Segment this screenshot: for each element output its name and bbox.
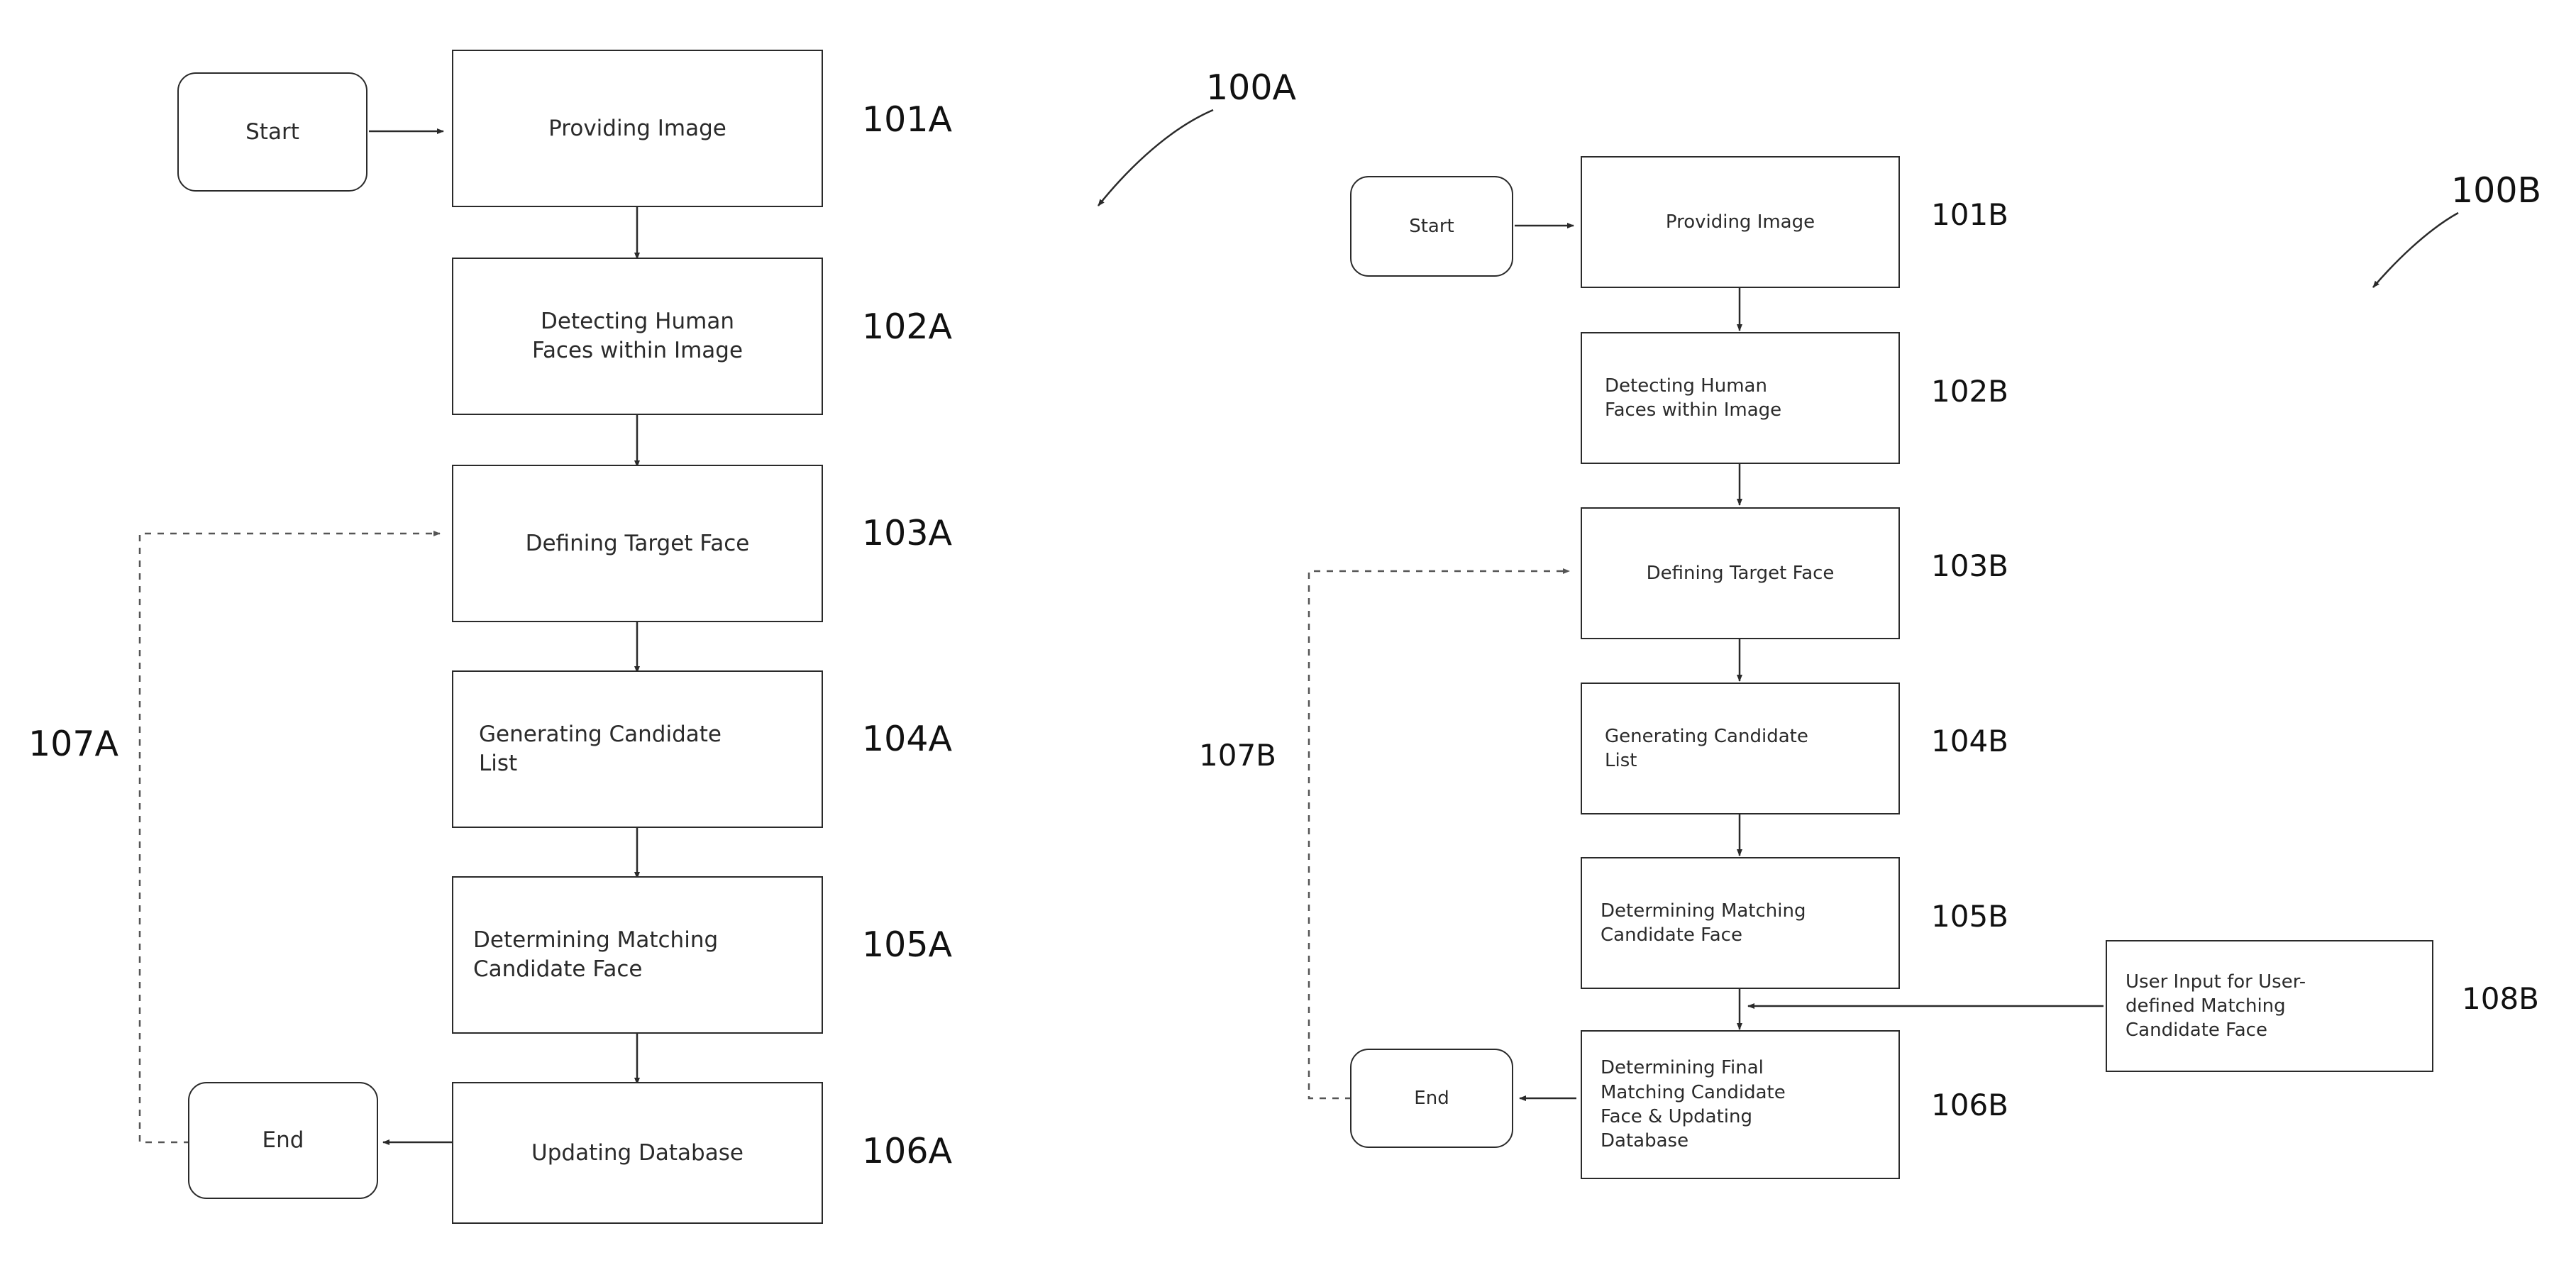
node-generating-candidate-list-b: Generating Candidate List [1581,683,1900,814]
ref-104a: 104A [862,719,953,759]
node-providing-image-b: Providing Image [1581,156,1900,288]
ref-106a: 106A [862,1131,953,1171]
node-providing-image-b-label: Providing Image [1665,211,1815,233]
ref-102a: 102A [862,306,953,347]
node-determining-matching-candidate-face-a-label: Determining Matching Candidate Face [473,927,719,982]
node-providing-image-a-label: Providing Image [548,115,726,141]
ref-108b: 108B [2462,981,2539,1016]
node-user-input-b-label: User Input for User- defined Matching Ca… [2126,971,2306,1042]
node-updating-database-a: Updating Database [452,1082,823,1224]
node-user-input-b: User Input for User- defined Matching Ca… [2106,940,2433,1072]
ref-103b: 103B [1931,548,2008,583]
node-determining-matching-candidate-face-a: Determining Matching Candidate Face [452,876,823,1034]
node-determining-final-matching-b: Determining Final Matching Candidate Fac… [1581,1030,1900,1179]
ref-107a: 107A [28,724,119,764]
ref-107b: 107B [1199,738,1276,773]
ref-106b: 106B [1931,1088,2008,1122]
node-start-a-label: Start [245,118,299,145]
node-end-a: End [188,1082,378,1199]
ref-101b: 101B [1931,197,2008,232]
ref-105b: 105B [1931,899,2008,934]
ref-104b: 104B [1931,724,2008,758]
node-generating-candidate-list-b-label: Generating Candidate List [1605,725,1808,771]
node-generating-candidate-list-a: Generating Candidate List [452,670,823,828]
node-determining-matching-candidate-face-b-label: Determining Matching Candidate Face [1601,900,1806,946]
flow-b-label: 100B [2451,170,2542,211]
node-providing-image-a: Providing Image [452,50,823,207]
node-end-b: End [1350,1049,1513,1148]
node-end-b-label: End [1414,1087,1449,1109]
node-determining-final-matching-b-label: Determining Final Matching Candidate Fac… [1601,1057,1786,1152]
node-detecting-faces-b-label: Detecting Human Faces within Image [1605,375,1782,421]
node-start-a: Start [177,72,367,192]
connector-layer [138,109,2459,1145]
node-defining-target-face-a-label: Defining Target Face [525,530,750,556]
ref-105a: 105A [862,924,953,965]
node-determining-matching-candidate-face-b: Determining Matching Candidate Face [1581,857,1900,989]
node-start-b: Start [1350,176,1513,277]
node-defining-target-face-a: Defining Target Face [452,465,823,622]
flowchart-figure: 100A Start Providing Image 101A Detectin… [0,0,2576,1265]
node-defining-target-face-b: Defining Target Face [1581,507,1900,639]
node-detecting-faces-b: Detecting Human Faces within Image [1581,332,1900,464]
flow-a-label: 100A [1206,67,1297,108]
ref-103a: 103A [862,513,953,553]
node-end-a-label: End [262,1127,304,1154]
node-detecting-faces-a-label: Detecting Human Faces within Image [531,309,743,363]
node-defining-target-face-b-label: Defining Target Face [1646,562,1835,584]
ref-101a: 101A [862,99,953,140]
node-start-b-label: Start [1409,215,1454,237]
ref-102b: 102B [1931,374,2008,409]
node-updating-database-a-label: Updating Database [531,1139,743,1166]
node-detecting-faces-a: Detecting Human Faces within Image [452,258,823,415]
node-generating-candidate-list-a-label: Generating Candidate List [479,722,722,776]
